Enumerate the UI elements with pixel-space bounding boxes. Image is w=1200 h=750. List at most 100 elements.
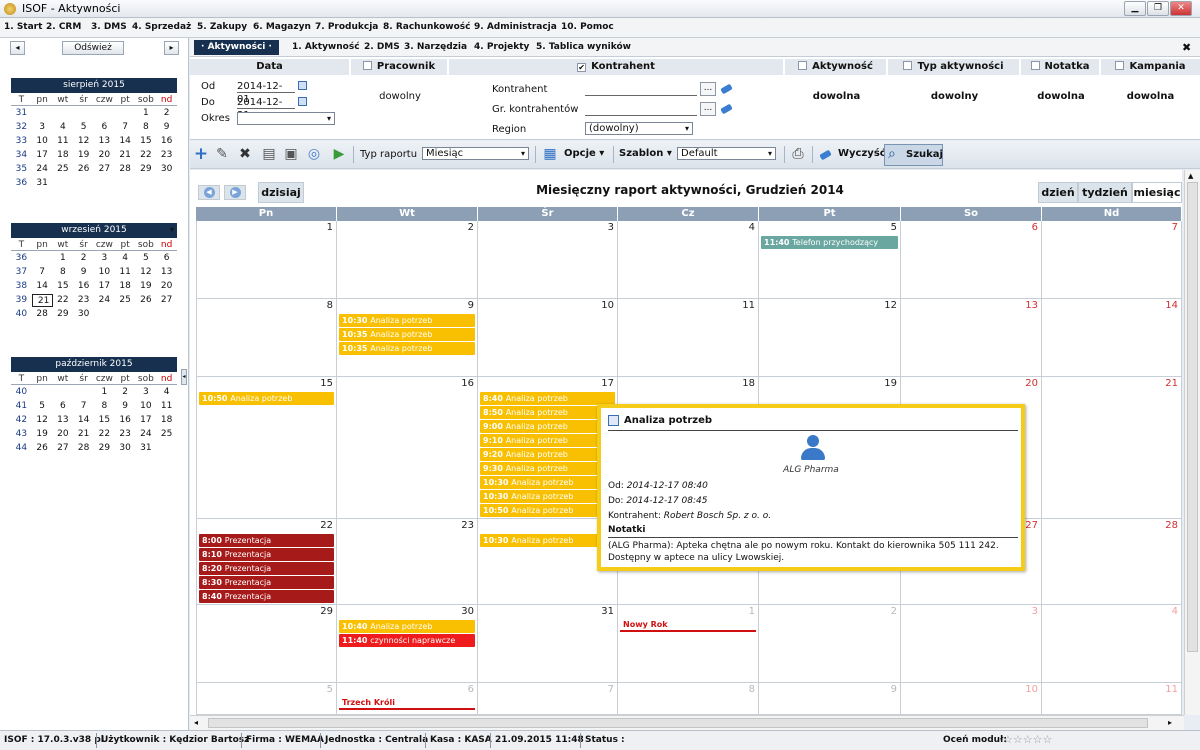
mini-day[interactable]: 31 <box>136 442 157 455</box>
mini-day[interactable]: 21 <box>73 428 94 441</box>
typ-aktywnosci-header[interactable]: Typ aktywności <box>888 59 1021 75</box>
mini-day[interactable]: 30 <box>73 308 94 321</box>
mini-day[interactable]: 23 <box>156 149 177 162</box>
day-cell[interactable]: 21 <box>1042 377 1182 519</box>
close-window-button[interactable]: ✕ <box>1170 1 1192 16</box>
eraser-icon[interactable] <box>720 103 733 115</box>
mini-day[interactable]: 13 <box>53 414 74 427</box>
next-month-button[interactable]: ▸ <box>164 41 179 55</box>
calendar-event[interactable]: 10:30 Analiza potrzeb <box>480 476 615 489</box>
scroll-up-icon[interactable]: ▲ <box>1188 172 1193 180</box>
day-cell[interactable]: 8 <box>196 299 337 377</box>
day-cell[interactable]: 29 <box>196 605 337 683</box>
calendar-next-button[interactable]: ▶ <box>224 185 246 200</box>
mini-day[interactable]: 31 <box>32 177 53 190</box>
mini-day[interactable]: 17 <box>32 149 53 162</box>
mini-day[interactable]: 28 <box>32 308 53 321</box>
close-tab-icon[interactable]: ✖ <box>1182 41 1191 54</box>
calendar-event[interactable]: 10:30 Analiza potrzeb <box>339 314 475 327</box>
calendar-event[interactable]: 10:50 Analiza potrzeb <box>480 504 615 517</box>
vertical-scrollbar[interactable]: ▲ <box>1184 170 1200 715</box>
calendar-event[interactable]: 10:35 Analiza potrzeb <box>339 342 475 355</box>
calendar-event[interactable]: 9:20 Analiza potrzeb <box>480 448 615 461</box>
day-cell[interactable]: 2 <box>337 221 478 299</box>
gr-kontrahentow-browse-button[interactable]: ... <box>700 102 716 116</box>
calendar-event[interactable]: 11:40 czynności naprawcze <box>339 634 475 647</box>
mini-day[interactable]: 8 <box>136 121 157 134</box>
mini-day[interactable]: 11 <box>156 400 177 413</box>
mini-day[interactable]: 16 <box>156 135 177 148</box>
mini-day[interactable]: 13 <box>94 135 115 148</box>
menu-magazyn[interactable]: 6. Magazyn <box>253 22 311 32</box>
day-cell[interactable]: 1 <box>196 221 337 299</box>
aktywnosc-header[interactable]: Aktywność <box>785 59 888 75</box>
mini-day[interactable]: 3 <box>136 386 157 399</box>
mini-day[interactable]: 30 <box>156 163 177 176</box>
mini-day[interactable]: 24 <box>136 428 157 441</box>
calendar-event[interactable]: 10:50 Analiza potrzeb <box>199 392 334 405</box>
mini-day[interactable]: 22 <box>94 428 115 441</box>
mini-day[interactable]: 18 <box>115 280 136 293</box>
tab-narzedzia[interactable]: 3. Narzędzia <box>404 42 467 52</box>
mini-day[interactable]: 13 <box>156 266 177 279</box>
mini-day[interactable]: 21 <box>115 149 136 162</box>
mini-day[interactable]: 16 <box>115 414 136 427</box>
day-cell[interactable]: 11 <box>1042 683 1182 715</box>
menu-sprzedaz[interactable]: 4. Sprzedaż <box>132 22 191 32</box>
mini-day[interactable]: 7 <box>73 400 94 413</box>
mini-day[interactable]: 9 <box>73 266 94 279</box>
pracownik-value[interactable]: dowolny <box>351 91 449 102</box>
mini-day[interactable]: 6 <box>156 252 177 265</box>
kontrahent-browse-button[interactable]: ... <box>700 82 716 96</box>
mini-day[interactable]: 23 <box>115 428 136 441</box>
kontrahent-checkbox[interactable]: ✔ <box>577 63 587 72</box>
calendar-event[interactable]: 11:40 Telefon przychodzący <box>761 236 898 249</box>
preview-icon[interactable]: ▣ <box>282 145 300 163</box>
kampania-checkbox[interactable] <box>1115 61 1125 70</box>
tab-projekty[interactable]: 4. Projekty <box>474 42 529 52</box>
mini-day[interactable]: 8 <box>94 400 115 413</box>
day-cell[interactable]: 7 <box>1042 221 1182 299</box>
mini-day[interactable]: 18 <box>53 149 74 162</box>
menu-crm[interactable]: 2. CRM <box>46 22 81 32</box>
prev-month-button[interactable]: ◂ <box>10 41 25 55</box>
mini-day[interactable]: 4 <box>53 121 74 134</box>
mini-day[interactable]: 28 <box>73 442 94 455</box>
day-cell[interactable]: 28 <box>1042 519 1182 605</box>
mini-day[interactable]: 3 <box>32 121 53 134</box>
calendar-event[interactable]: 10:30 Analiza potrzeb <box>480 534 615 547</box>
opcje-menu[interactable]: Opcje ▾ <box>564 148 604 159</box>
day-cell[interactable]: 16 <box>337 377 478 519</box>
menu-start[interactable]: 1. Start <box>4 22 42 32</box>
rating-stars[interactable]: ☆☆☆☆☆ <box>1003 733 1052 746</box>
menu-rachunkowosc[interactable]: 8. Rachunkowość <box>383 22 471 32</box>
mini-day[interactable]: 17 <box>136 414 157 427</box>
mini-day[interactable]: 27 <box>94 163 115 176</box>
mini-day[interactable]: 19 <box>136 280 157 293</box>
mini-day[interactable]: 15 <box>136 135 157 148</box>
mini-day[interactable]: 19 <box>73 149 94 162</box>
document-icon[interactable]: ▤ <box>260 145 278 163</box>
day-cell[interactable]: 6 Trzech Króli <box>337 683 478 715</box>
mini-day[interactable]: 29 <box>94 442 115 455</box>
mini-day[interactable]: 17 <box>94 280 115 293</box>
mini-day[interactable]: 25 <box>156 428 177 441</box>
horizontal-scrollbar[interactable]: ◂ ▸ <box>190 715 1184 730</box>
day-cell[interactable]: 3 <box>901 605 1042 683</box>
collapse-panel-icon[interactable]: ◂ <box>181 369 187 385</box>
day-cell[interactable]: 11 <box>618 299 759 377</box>
day-cell[interactable]: 2 <box>759 605 901 683</box>
day-cell[interactable]: 22 8:00 Prezentacja 8:10 Prezentacja 8:20 P… <box>196 519 337 605</box>
mini-day[interactable]: 25 <box>53 163 74 176</box>
day-cell[interactable]: 14 <box>1042 299 1182 377</box>
kampania-header[interactable]: Kampania <box>1101 59 1200 75</box>
day-cell[interactable]: 13 <box>901 299 1042 377</box>
pracownik-checkbox[interactable] <box>362 61 372 70</box>
mini-day[interactable]: 11 <box>115 266 136 279</box>
scroll-right-icon[interactable]: ▸ <box>1168 718 1172 727</box>
export-icon[interactable]: ▶ <box>330 145 348 163</box>
mini-day[interactable]: 6 <box>53 400 74 413</box>
menu-zakupy[interactable]: 5. Zakupy <box>197 22 247 32</box>
day-cell[interactable]: 9 10:30 Analiza potrzeb 10:35 Analiza potr… <box>337 299 478 377</box>
day-cell[interactable]: 9 <box>759 683 901 715</box>
